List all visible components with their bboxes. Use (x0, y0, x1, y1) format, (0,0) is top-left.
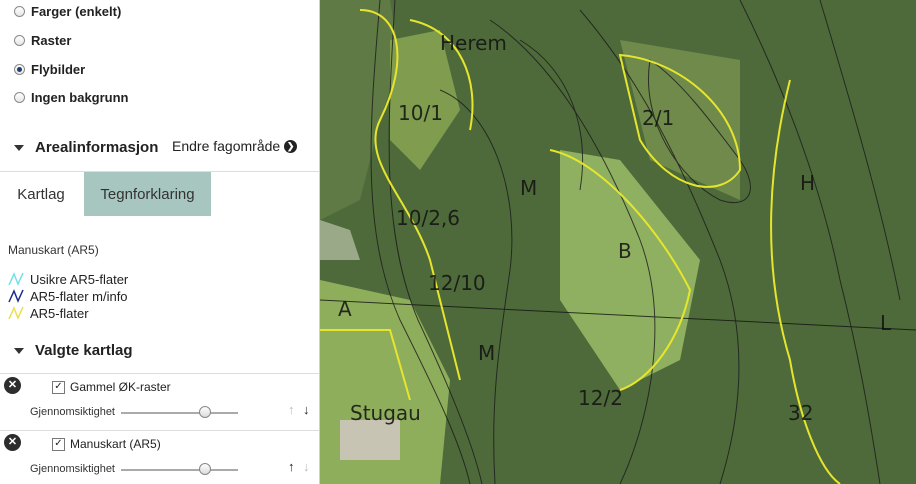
layer-gammel-ok[interactable]: ✓ Gammel ØK-raster (52, 380, 171, 394)
sidebar: Farger (enkelt) Raster Flybilder Ingen b… (0, 0, 320, 484)
tab-bar: Kartlag Tegnforklaring (0, 171, 319, 216)
arrow-down-icon[interactable]: ↓ (303, 459, 310, 474)
radio-farger[interactable] (14, 5, 25, 17)
map-label: 12/10 (428, 271, 486, 295)
arrow-up-icon[interactable]: ↑ (288, 459, 295, 474)
map-label: Herem (440, 31, 507, 55)
map-label: 10/2,6 (396, 206, 460, 230)
legend-item-ar5: AR5-flater (8, 305, 89, 321)
background-option-label: Farger (enkelt) (31, 3, 122, 19)
tab-kartlag[interactable]: Kartlag (0, 172, 82, 216)
legend-item-usikre: Usikre AR5-flater (8, 271, 128, 287)
layer-name-label: Manuskart (AR5) (70, 437, 161, 451)
legend-item-label: AR5-flater m/info (30, 288, 128, 304)
radio-ingen[interactable] (14, 91, 25, 103)
caret-down-icon (14, 144, 24, 151)
arealinformasjon-title: Arealinformasjon (35, 139, 159, 156)
checkbox-icon[interactable]: ✓ (52, 437, 65, 451)
remove-layer-close-icon[interactable]: ✕ (4, 434, 21, 451)
endre-fagomrade-link[interactable]: Endre fagområde ❯ (172, 138, 298, 154)
line-symbol-icon (8, 306, 24, 320)
divider (0, 373, 319, 374)
arrow-down-icon[interactable]: ↓ (303, 402, 310, 417)
background-option-flybilder[interactable]: Flybilder (14, 60, 85, 78)
map-label: 32 (788, 401, 813, 425)
tab-tegnforklaring[interactable]: Tegnforklaring (84, 172, 211, 216)
background-option-ingen[interactable]: Ingen bakgrunn (14, 88, 129, 106)
legend-title: Manuskart (AR5) (8, 243, 99, 257)
opacity-label: Gjennomsiktighet (30, 463, 115, 475)
remove-layer-close-icon[interactable]: ✕ (4, 377, 21, 394)
radio-raster[interactable] (14, 34, 25, 46)
map-label: 12/2 (578, 386, 623, 410)
arrow-up-icon[interactable]: ↑ (288, 402, 295, 417)
divider (0, 430, 319, 431)
background-option-raster[interactable]: Raster (14, 31, 71, 49)
legend-item-info: AR5-flater m/info (8, 288, 128, 304)
caret-down-icon (14, 347, 24, 354)
valgte-kartlag-title: Valgte kartlag (35, 342, 133, 359)
background-option-label: Flybilder (31, 61, 86, 77)
opacity-label: Gjennomsiktighet (30, 406, 115, 418)
map-view[interactable]: Herem 10/1 2/1 H L M B 10/2,6 12/10 A M … (320, 0, 916, 484)
map-label: Stugau (350, 401, 421, 425)
slider-thumb[interactable] (199, 463, 211, 475)
map-label: A (338, 297, 352, 321)
map-label: 2/1 (642, 106, 674, 130)
layer-manuskart[interactable]: ✓ Manuskart (AR5) (52, 437, 161, 451)
legend-item-label: Usikre AR5-flater (30, 271, 129, 287)
chevron-right-circle-icon: ❯ (284, 139, 298, 153)
valgte-kartlag-header[interactable]: Valgte kartlag (14, 342, 133, 359)
background-option-label: Raster (31, 32, 72, 48)
line-symbol-icon (8, 289, 24, 303)
background-option-label: Ingen bakgrunn (31, 89, 129, 105)
aerial-map[interactable]: Herem 10/1 2/1 H L M B 10/2,6 12/10 A M … (320, 0, 916, 484)
checkbox-icon[interactable]: ✓ (52, 380, 65, 394)
map-label: M (520, 176, 537, 200)
opacity-slider[interactable] (121, 463, 238, 475)
map-label: H (800, 171, 815, 195)
radio-flybilder[interactable] (14, 63, 25, 75)
legend-item-label: AR5-flater (30, 305, 89, 321)
arealinformasjon-header[interactable]: Arealinformasjon (14, 139, 158, 156)
opacity-slider[interactable] (121, 406, 238, 418)
endre-fagomrade-label: Endre fagområde (172, 138, 281, 154)
layer-name-label: Gammel ØK-raster (70, 380, 171, 394)
slider-thumb[interactable] (199, 406, 211, 418)
map-label: 10/1 (398, 101, 443, 125)
background-option-farger[interactable]: Farger (enkelt) (14, 2, 121, 20)
map-label: L (880, 311, 892, 335)
line-symbol-icon (8, 272, 24, 286)
map-label: B (618, 239, 632, 263)
map-label: M (478, 341, 495, 365)
